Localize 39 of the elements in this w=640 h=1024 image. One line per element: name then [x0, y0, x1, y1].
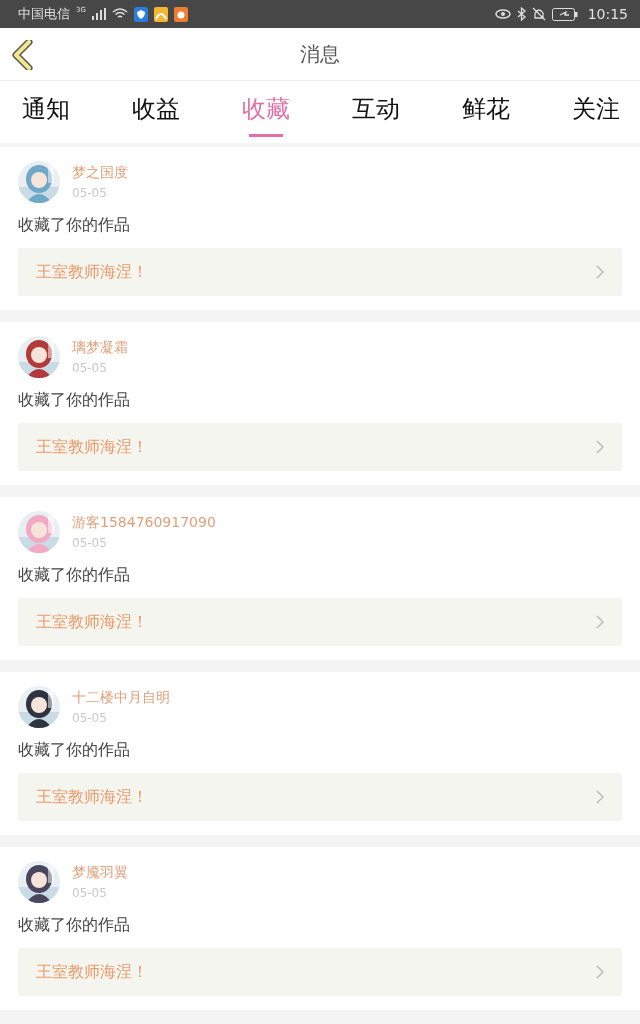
- bell-muted-icon: [531, 7, 546, 21]
- tab[interactable]: 关注: [572, 81, 620, 143]
- work-link[interactable]: 王室教师海涅！: [18, 248, 622, 296]
- tab[interactable]: 鲜花: [462, 81, 510, 143]
- chevron-right-icon: [596, 265, 604, 279]
- user-name[interactable]: 梦魇羽翼: [72, 864, 128, 882]
- chevron-right-icon: [596, 440, 604, 454]
- work-link[interactable]: 王室教师海涅！: [18, 948, 622, 996]
- message-text: 收藏了你的作品: [18, 390, 131, 411]
- user-name[interactable]: 梦之国度: [72, 164, 128, 182]
- message-text: 收藏了你的作品: [18, 740, 131, 761]
- app-icon: [153, 6, 168, 22]
- message-text: 收藏了你的作品: [18, 565, 131, 586]
- back-icon[interactable]: [12, 40, 34, 70]
- clock-time: 10:15: [587, 6, 628, 22]
- chevron-right-icon: [596, 790, 604, 804]
- shield-icon: [133, 6, 148, 22]
- work-link[interactable]: 王室教师海涅！: [18, 598, 622, 646]
- work-link[interactable]: 王室教师海涅！: [18, 773, 622, 821]
- user-name[interactable]: 璃梦凝霜: [72, 339, 128, 357]
- carrier-name: 中国电信: [18, 5, 70, 23]
- tab[interactable]: 收藏: [242, 81, 290, 143]
- message-text: 收藏了你的作品: [18, 915, 131, 936]
- user-name[interactable]: 十二楼中月自明: [72, 689, 170, 707]
- battery-icon: [551, 7, 578, 21]
- user-name[interactable]: 游客1584760917090: [72, 514, 216, 532]
- tab[interactable]: 收益: [132, 81, 180, 143]
- tab[interactable]: 通知: [22, 81, 70, 143]
- tab[interactable]: 互动: [352, 81, 400, 143]
- chevron-right-icon: [596, 615, 604, 629]
- app-icon: [173, 6, 188, 22]
- work-link[interactable]: 王室教师海涅！: [18, 423, 622, 471]
- signal-icon: [91, 8, 106, 20]
- page-title: 消息: [300, 40, 340, 68]
- bluetooth-icon: [516, 7, 526, 21]
- eye-icon: [494, 8, 511, 20]
- chevron-right-icon: [596, 965, 604, 979]
- wifi-icon: [111, 8, 128, 20]
- message-text: 收藏了你的作品: [18, 215, 131, 236]
